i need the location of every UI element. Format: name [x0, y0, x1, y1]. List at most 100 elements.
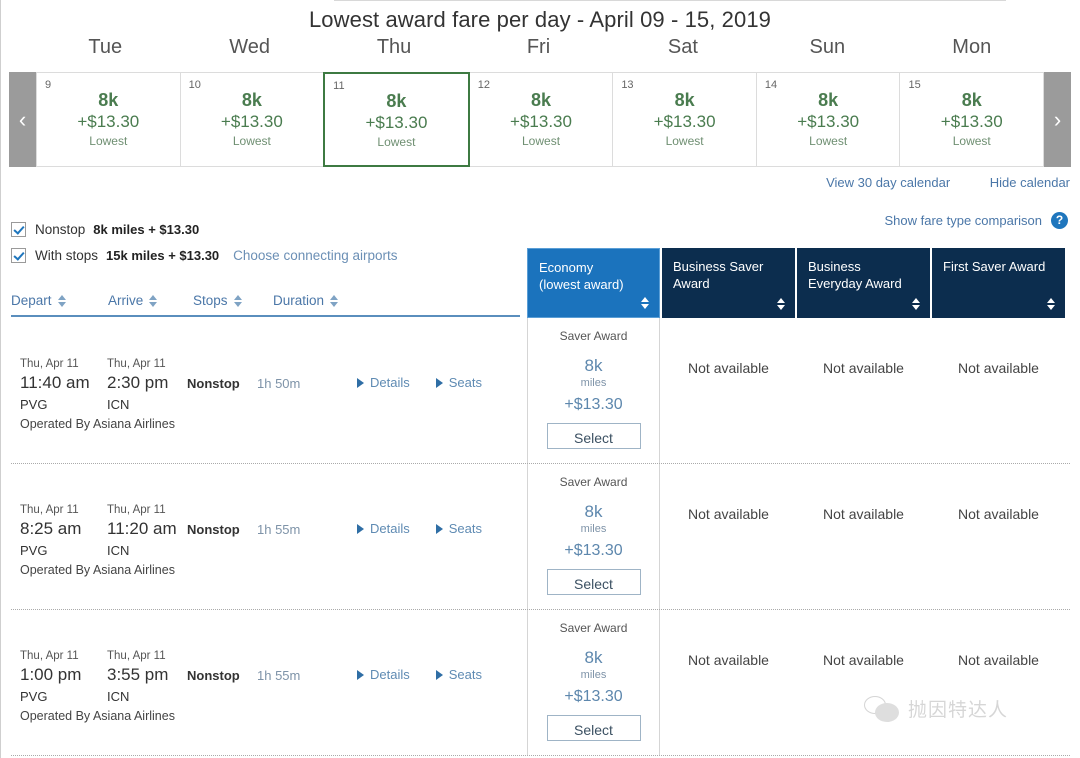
- calendar-day-miles: 8k: [531, 90, 552, 110]
- calendar-day-tag: Lowest: [377, 135, 416, 149]
- calendar-day-cell[interactable]: 15 8k +$13.30 Lowest: [899, 72, 1045, 167]
- origin-code: PVG: [20, 397, 48, 412]
- flight-airport-codes: PVG ICN: [20, 688, 530, 705]
- arrive-date: Thu, Apr 11: [107, 504, 166, 516]
- flight-airport-codes: PVG ICN: [20, 396, 530, 413]
- duration-value: 1h 55m: [257, 668, 301, 683]
- calendar-day-miles: 8k: [961, 90, 982, 110]
- not-available-text: Not available: [823, 360, 904, 376]
- sort-stops-label: Stops: [193, 293, 228, 308]
- calendar-day-cell-selected[interactable]: 11 8k +$13.30 Lowest: [323, 72, 470, 167]
- arrive-time: 2:30 pm: [107, 373, 169, 392]
- show-fare-type-comparison[interactable]: Show fare type comparison ?: [884, 212, 1068, 229]
- calendar-day-cell[interactable]: 14 8k +$13.30 Lowest: [755, 72, 901, 167]
- calendar-day-cell[interactable]: 12 8k +$13.30 Lowest: [468, 72, 614, 167]
- fare-miles-unit: miles: [580, 669, 607, 681]
- flight-dates: Thu, Apr 11 Thu, Apr 11: [20, 357, 530, 371]
- calendar-day-cell[interactable]: 10 8k +$13.30 Lowest: [179, 72, 325, 167]
- arrive-time: 11:20 am: [107, 519, 177, 538]
- operated-by: Operated By Asiana Airlines: [20, 709, 175, 723]
- select-button[interactable]: Select: [546, 569, 641, 595]
- depart-date: Thu, Apr 11: [20, 358, 79, 370]
- sort-depart[interactable]: Depart: [11, 293, 66, 308]
- award-type-label: Saver Award: [559, 475, 628, 489]
- fare-cell-first-saver: Not available: [932, 610, 1065, 755]
- triangle-right-icon: [357, 378, 364, 388]
- sort-arrows-icon[interactable]: [1047, 298, 1055, 310]
- seats-label: Seats: [448, 375, 482, 390]
- calendar-day-price: +$13.30: [220, 112, 283, 131]
- fare-cell-first-saver: Not available: [932, 464, 1065, 609]
- table-row: Thu, Apr 11 Thu, Apr 11 11:40 am 2:30 pm…: [11, 318, 1070, 464]
- checkbox-nonstop[interactable]: [11, 221, 26, 237]
- sort-arrows-icon[interactable]: [777, 298, 785, 310]
- show-fare-type-comparison-label: Show fare type comparison: [884, 213, 1042, 228]
- filter-row-nonstop: Nonstop 8k miles + $13.30: [11, 216, 398, 242]
- fare-miles: 8k: [584, 356, 603, 375]
- triangle-right-icon: [357, 524, 364, 534]
- calendar-day-cell[interactable]: 13 8k +$13.30 Lowest: [612, 72, 757, 167]
- depart-time: 8:25 am: [20, 519, 82, 538]
- fare-price: +$13.30: [564, 688, 623, 705]
- calendar-day-miles: 8k: [818, 90, 839, 110]
- award-type-label: Saver Award: [559, 621, 628, 635]
- not-available-text: Not available: [823, 652, 904, 668]
- fare-miles: 8k: [584, 648, 603, 667]
- sort-arrive[interactable]: Arrive: [108, 293, 158, 308]
- seats-link[interactable]: Seats: [435, 371, 482, 395]
- seats-link[interactable]: Seats: [435, 517, 482, 541]
- calendar-day-price: +$13.30: [940, 112, 1003, 131]
- fare-tab-economy[interactable]: Economy (lowest award): [527, 248, 660, 318]
- flight-segment-info: Thu, Apr 11 Thu, Apr 11 11:40 am 2:30 pm…: [20, 357, 530, 431]
- calendar-dow: Tue: [88, 36, 123, 58]
- depart-date: Thu, Apr 11: [20, 504, 79, 516]
- fare-tab-first-saver-award[interactable]: First Saver Award: [932, 248, 1065, 318]
- checkbox-with-stops[interactable]: [11, 247, 26, 263]
- calendar-prev-week-button[interactable]: ‹: [9, 72, 36, 167]
- row-links: Details Seats: [357, 371, 508, 395]
- flight-results-list: Thu, Apr 11 Thu, Apr 11 11:40 am 2:30 pm…: [11, 318, 1070, 756]
- fare-tab-business-everyday-line1: Business: [808, 259, 861, 274]
- destination-code: ICN: [107, 689, 130, 704]
- fare-cell-business-everyday: Not available: [797, 464, 930, 609]
- fare-tab-business-everyday-award[interactable]: Business Everyday Award: [797, 248, 930, 318]
- calendar-cells: 9 8k +$13.30 Lowest 10 8k +$13.30 Lowest…: [36, 72, 1045, 167]
- sort-arrive-label: Arrive: [108, 293, 144, 308]
- details-link[interactable]: Details: [357, 517, 410, 541]
- details-link[interactable]: Details: [357, 663, 410, 687]
- filter-label-with-stops: With stops: [35, 247, 99, 263]
- destination-code: ICN: [107, 397, 130, 412]
- fare-cell-business-saver: Not available: [662, 610, 795, 755]
- sort-arrows-icon: [233, 294, 242, 307]
- choose-connecting-airports-link[interactable]: Choose connecting airports: [233, 248, 397, 263]
- view-30-day-calendar-link[interactable]: View 30 day calendar: [826, 175, 950, 190]
- sort-stops[interactable]: Stops: [193, 293, 242, 308]
- sort-duration[interactable]: Duration: [273, 293, 339, 308]
- select-button[interactable]: Select: [546, 715, 641, 741]
- not-available-text: Not available: [958, 506, 1039, 522]
- results-sort-bar: Depart Arrive Stops Duration: [11, 293, 520, 317]
- calendar-next-week-button[interactable]: ›: [1044, 72, 1071, 167]
- calendar-dow: Sat: [667, 36, 698, 58]
- sort-arrows-icon[interactable]: [912, 298, 920, 310]
- calendar-dow: Fri: [526, 36, 551, 58]
- calendar-day-tag: Lowest: [522, 134, 561, 148]
- fare-cell-business-saver: Not available: [662, 464, 795, 609]
- select-button[interactable]: Select: [546, 423, 641, 449]
- operated-by: Operated By Asiana Airlines: [20, 417, 175, 431]
- row-links: Details Seats: [357, 663, 508, 687]
- sort-arrows-icon: [149, 294, 158, 307]
- fare-tab-business-saver-award[interactable]: Business Saver Award: [662, 248, 795, 318]
- calendar-day-tag: Lowest: [809, 134, 848, 148]
- fare-price: +$13.30: [564, 542, 623, 559]
- details-link[interactable]: Details: [357, 371, 410, 395]
- sort-arrows-icon[interactable]: [641, 297, 649, 309]
- calendar-day-cell[interactable]: 9 8k +$13.30 Lowest: [36, 72, 181, 167]
- fare-miles-unit: miles: [580, 523, 607, 535]
- help-icon[interactable]: ?: [1051, 212, 1068, 229]
- calendar-day-price: +$13.30: [365, 113, 428, 132]
- seats-link[interactable]: Seats: [435, 663, 482, 687]
- hide-calendar-link[interactable]: Hide calendar: [990, 175, 1070, 190]
- stops-value: Nonstop: [187, 376, 240, 391]
- calendar-day-tag: Lowest: [232, 134, 271, 148]
